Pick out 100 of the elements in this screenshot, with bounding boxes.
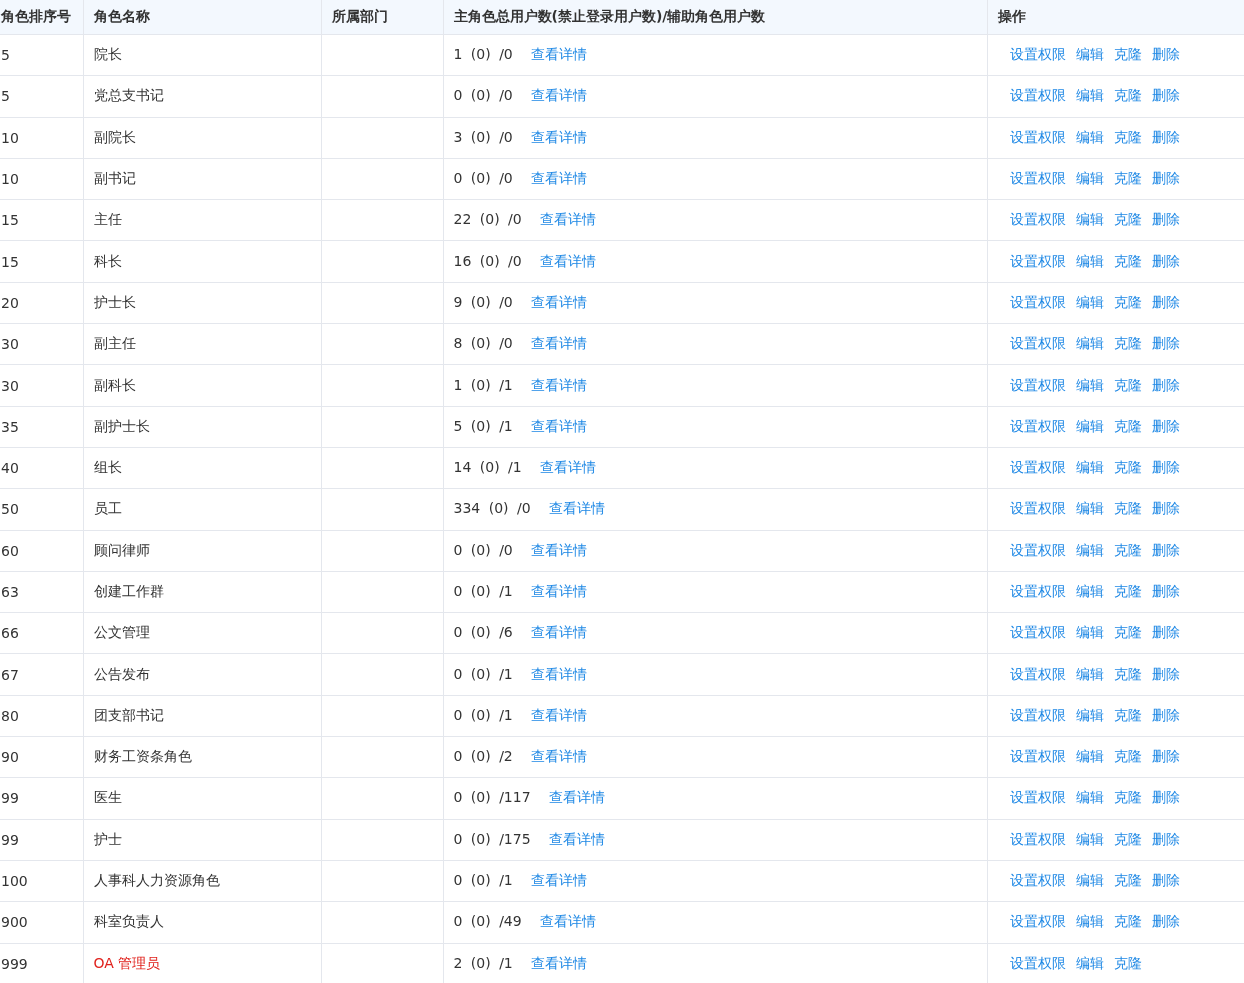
action-link[interactable]: 编辑 — [1075, 789, 1104, 806]
action-link[interactable]: 删除 — [1151, 417, 1180, 434]
action-link[interactable]: 删除 — [1151, 293, 1180, 310]
action-link[interactable]: 编辑 — [1075, 624, 1104, 641]
action-link[interactable]: 删除 — [1151, 541, 1180, 558]
action-link[interactable]: 克隆 — [1113, 335, 1142, 352]
action-link[interactable]: 编辑 — [1075, 376, 1104, 393]
action-link[interactable]: 删除 — [1151, 128, 1180, 145]
action-link[interactable]: 设置权限 — [1009, 500, 1066, 517]
action-link[interactable]: 克隆 — [1113, 872, 1142, 889]
action-link[interactable]: 删除 — [1151, 211, 1180, 228]
view-details-link[interactable]: 查看详情 — [531, 87, 588, 104]
action-link[interactable]: 克隆 — [1113, 706, 1142, 723]
action-link[interactable]: 删除 — [1151, 583, 1180, 599]
view-details-link[interactable]: 查看详情 — [531, 335, 588, 352]
action-link[interactable]: 设置权限 — [1009, 913, 1066, 930]
action-link[interactable]: 设置权限 — [1009, 128, 1066, 145]
view-details-link[interactable]: 查看详情 — [531, 748, 588, 765]
action-link[interactable]: 编辑 — [1075, 211, 1104, 228]
action-link[interactable]: 编辑 — [1075, 46, 1104, 63]
action-link[interactable]: 设置权限 — [1009, 459, 1066, 476]
action-link[interactable]: 删除 — [1151, 170, 1180, 187]
action-link[interactable]: 克隆 — [1113, 913, 1142, 930]
action-link[interactable]: 编辑 — [1075, 954, 1104, 971]
action-link[interactable]: 设置权限 — [1009, 252, 1066, 269]
view-details-link[interactable]: 查看详情 — [549, 789, 606, 806]
action-link[interactable]: 删除 — [1151, 335, 1180, 352]
action-link[interactable]: 克隆 — [1113, 252, 1142, 269]
action-link[interactable]: 编辑 — [1075, 293, 1104, 310]
view-details-link[interactable]: 查看详情 — [531, 417, 588, 434]
action-link[interactable]: 克隆 — [1113, 211, 1142, 228]
action-link[interactable]: 设置权限 — [1009, 872, 1066, 889]
action-link[interactable]: 删除 — [1151, 500, 1180, 517]
action-link[interactable]: 克隆 — [1113, 500, 1142, 517]
action-link[interactable]: 克隆 — [1113, 624, 1142, 641]
action-link[interactable]: 编辑 — [1075, 252, 1104, 269]
action-link[interactable]: 设置权限 — [1009, 789, 1066, 806]
action-link[interactable]: 删除 — [1151, 87, 1180, 104]
action-link[interactable]: 编辑 — [1075, 417, 1104, 434]
action-link[interactable]: 删除 — [1151, 913, 1180, 930]
view-details-link[interactable]: 查看详情 — [531, 128, 588, 145]
action-link[interactable]: 编辑 — [1075, 541, 1104, 558]
view-details-link[interactable]: 查看详情 — [531, 665, 588, 682]
action-link[interactable]: 编辑 — [1075, 335, 1104, 352]
view-details-link[interactable]: 查看详情 — [531, 541, 588, 558]
action-link[interactable]: 克隆 — [1113, 46, 1142, 63]
action-link[interactable]: 克隆 — [1113, 748, 1142, 765]
action-link[interactable]: 设置权限 — [1009, 665, 1066, 682]
view-details-link[interactable]: 查看详情 — [540, 913, 597, 930]
action-link[interactable]: 设置权限 — [1009, 541, 1066, 558]
action-link[interactable]: 设置权限 — [1009, 211, 1066, 228]
view-details-link[interactable]: 查看详情 — [540, 459, 597, 476]
action-link[interactable]: 克隆 — [1113, 830, 1142, 847]
action-link[interactable]: 克隆 — [1113, 376, 1142, 393]
view-details-link[interactable]: 查看详情 — [540, 211, 597, 228]
action-link[interactable]: 设置权限 — [1009, 46, 1066, 63]
view-details-link[interactable]: 查看详情 — [531, 376, 588, 393]
action-link[interactable]: 克隆 — [1113, 170, 1142, 187]
action-link[interactable]: 编辑 — [1075, 500, 1104, 517]
action-link[interactable]: 设置权限 — [1009, 170, 1066, 187]
action-link[interactable]: 编辑 — [1075, 872, 1104, 889]
action-link[interactable]: 编辑 — [1075, 459, 1104, 476]
action-link[interactable]: 删除 — [1151, 830, 1180, 847]
action-link[interactable]: 删除 — [1151, 376, 1180, 393]
action-link[interactable]: 删除 — [1151, 872, 1180, 889]
view-details-link[interactable]: 查看详情 — [549, 830, 606, 847]
action-link[interactable]: 克隆 — [1113, 541, 1142, 558]
view-details-link[interactable]: 查看详情 — [531, 46, 588, 63]
action-link[interactable]: 编辑 — [1075, 913, 1104, 930]
action-link[interactable]: 设置权限 — [1009, 87, 1066, 104]
action-link[interactable]: 设置权限 — [1009, 335, 1066, 352]
view-details-link[interactable]: 查看详情 — [531, 872, 588, 889]
action-link[interactable]: 删除 — [1151, 46, 1180, 63]
view-details-link[interactable]: 查看详情 — [531, 170, 588, 187]
action-link[interactable]: 设置权限 — [1009, 624, 1066, 641]
action-link[interactable]: 设置权限 — [1009, 293, 1066, 310]
action-link[interactable]: 编辑 — [1075, 706, 1104, 723]
action-link[interactable]: 克隆 — [1113, 954, 1142, 971]
view-details-link[interactable]: 查看详情 — [531, 293, 588, 310]
action-link[interactable]: 编辑 — [1075, 170, 1104, 187]
action-link[interactable]: 编辑 — [1075, 128, 1104, 145]
action-link[interactable]: 设置权限 — [1009, 830, 1066, 847]
action-link[interactable]: 设置权限 — [1009, 954, 1066, 971]
action-link[interactable]: 编辑 — [1075, 583, 1104, 599]
action-link[interactable]: 克隆 — [1113, 293, 1142, 310]
view-details-link[interactable]: 查看详情 — [531, 624, 588, 641]
action-link[interactable]: 删除 — [1151, 252, 1180, 269]
action-link[interactable]: 设置权限 — [1009, 376, 1066, 393]
action-link[interactable]: 删除 — [1151, 789, 1180, 806]
action-link[interactable]: 设置权限 — [1009, 748, 1066, 765]
view-details-link[interactable]: 查看详情 — [531, 706, 588, 723]
action-link[interactable]: 克隆 — [1113, 789, 1142, 806]
action-link[interactable]: 编辑 — [1075, 748, 1104, 765]
action-link[interactable]: 编辑 — [1075, 830, 1104, 847]
action-link[interactable]: 删除 — [1151, 459, 1180, 476]
view-details-link[interactable]: 查看详情 — [549, 500, 606, 517]
action-link[interactable]: 克隆 — [1113, 417, 1142, 434]
action-link[interactable]: 克隆 — [1113, 87, 1142, 104]
view-details-link[interactable]: 查看详情 — [531, 954, 588, 971]
view-details-link[interactable]: 查看详情 — [531, 583, 588, 599]
